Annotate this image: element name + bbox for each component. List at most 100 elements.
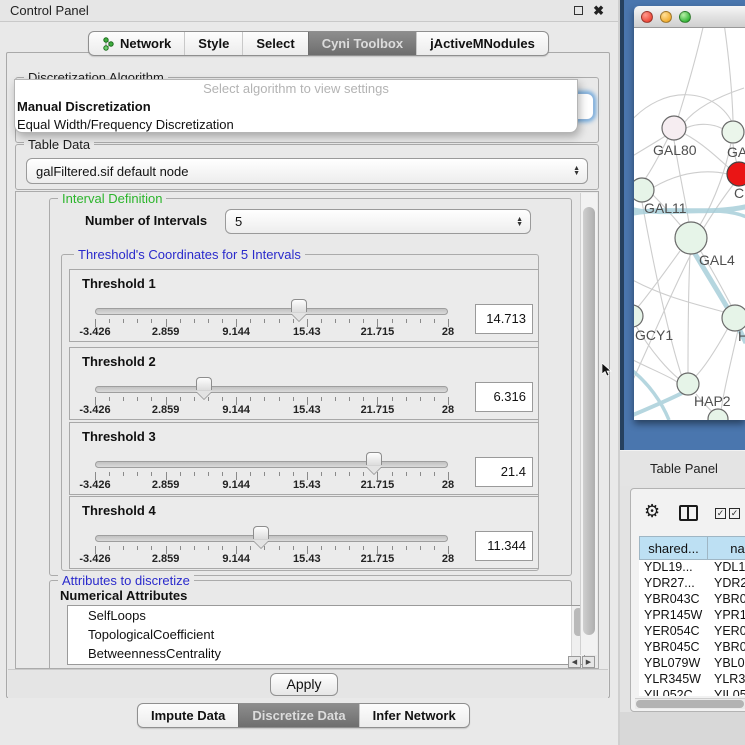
cell-name: YBR04	[708, 640, 745, 656]
threshold-panel-1: Threshold 1-3.4262.8599.14415.4321.71528…	[69, 269, 539, 342]
threshold-value-field[interactable]: 11.344	[475, 531, 533, 561]
tab-network[interactable]: Network	[89, 32, 184, 55]
tab-label: Style	[198, 36, 229, 51]
horizontal-scrollbar[interactable]	[635, 698, 745, 709]
column-layout-icon[interactable]	[679, 505, 698, 521]
gear-icon[interactable]: ⚙	[644, 501, 660, 522]
table-row[interactable]: YDL19...YDL19	[639, 560, 745, 576]
attribute-list-item[interactable]: BetweennessCentrality	[68, 644, 584, 663]
close-icon[interactable]: ✖	[593, 4, 604, 17]
apply-button[interactable]: Apply	[270, 673, 338, 696]
tab-label: Infer Network	[373, 708, 456, 723]
threshold-panel-2: Threshold 2-3.4262.8599.14415.4321.71528…	[69, 347, 539, 420]
numerical-attributes-list[interactable]: SelfLoopsTopologicalCoefficientBetweenne…	[67, 605, 585, 665]
scroll-right-button[interactable]: ▶	[582, 656, 595, 668]
column-header-shared[interactable]: shared...	[639, 536, 708, 560]
cell-shared-name: YBR043C	[639, 592, 708, 608]
tab-label: Select	[256, 36, 294, 51]
cell-name: YDL19	[708, 560, 745, 576]
vertical-scrollbar-thumb[interactable]	[583, 207, 595, 635]
network-node-GCY1[interactable]	[634, 305, 643, 327]
network-node-red-node[interactable]	[727, 162, 745, 186]
network-canvas[interactable]: GAL80GACGAL11GAL4GCY1HHAP2	[634, 28, 745, 420]
network-node-top-right-node[interactable]	[722, 121, 744, 143]
tab-label: Network	[120, 36, 171, 51]
network-icon	[102, 37, 115, 51]
interval-definition-group: Interval Definition Number of Intervals …	[49, 198, 572, 576]
numerical-attributes-label: Numerical Attributes	[60, 588, 187, 603]
cell-name: YBR04	[708, 592, 745, 608]
attributes-group-label: Attributes to discretize	[58, 573, 194, 588]
attribute-list-item[interactable]: SelfLoops	[68, 606, 584, 625]
scroll-left-button[interactable]: ◀	[568, 656, 581, 668]
network-window: GAL80GACGAL11GAL4GCY1HHAP2	[634, 6, 745, 420]
thresholds-group: Threshold's Coordinates for 5 Intervals …	[61, 254, 539, 571]
network-node-label: C	[734, 185, 744, 201]
slider-thumb[interactable]	[291, 299, 307, 312]
num-intervals-value: 5	[235, 214, 242, 229]
column-header-name[interactable]: na	[708, 536, 745, 560]
vertical-scrollbar[interactable]	[580, 193, 597, 655]
table-row[interactable]: YLR345WYLR34	[639, 672, 745, 688]
slider-thumb[interactable]	[253, 526, 269, 539]
slider-track[interactable]	[95, 386, 448, 393]
network-node-HAP2[interactable]	[677, 373, 699, 395]
table-panel: ⚙ ✓ ✓ shared... na YDL19...YDL19YDR27...…	[630, 488, 745, 712]
slider-track[interactable]	[95, 308, 448, 315]
control-panel-title: Control Panel	[10, 3, 89, 18]
slider-thumb[interactable]	[196, 377, 212, 390]
tab-infer-network[interactable]: Infer Network	[359, 704, 469, 727]
table-row[interactable]: YDR27...YDR27	[639, 576, 745, 592]
tab-impute-data[interactable]: Impute Data	[138, 704, 238, 727]
network-node-label: GCY1	[635, 327, 673, 343]
slider-tick-labels: -3.4262.8599.14415.4321.71528	[95, 479, 448, 492]
stepper-icon: ▲▼	[573, 166, 580, 176]
cyni-mode-tabbar: Impute Data Discretize Data Infer Network	[137, 703, 470, 728]
table-row[interactable]: YPR145WYPR14	[639, 608, 745, 624]
tab-label: Discretize Data	[252, 708, 345, 723]
mouse-cursor	[602, 363, 612, 377]
table-row[interactable]: YBL079WYBL07	[639, 656, 745, 672]
background-area	[620, 712, 745, 745]
cell-name: YDR27	[708, 576, 745, 592]
table-rows[interactable]: YDL19...YDL19YDR27...YDR27YBR043CYBR04YP…	[639, 560, 745, 696]
network-node-label: GAL80	[653, 142, 697, 158]
cell-shared-name: YBL079W	[639, 656, 708, 672]
cell-shared-name: YDL19...	[639, 560, 708, 576]
network-node-GAL80[interactable]	[662, 116, 686, 140]
checkbox-icon[interactable]: ✓	[729, 508, 740, 519]
close-traffic-light-icon[interactable]	[641, 11, 653, 23]
algorithm-option[interactable]: Manual Discretization	[15, 98, 577, 116]
minimize-traffic-light-icon[interactable]	[660, 11, 672, 23]
slider-track[interactable]	[95, 535, 448, 542]
algorithm-option[interactable]: Equal Width/Frequency Discretization	[15, 116, 577, 133]
network-node-GAL11[interactable]	[634, 178, 654, 202]
threshold-value-field[interactable]: 14.713	[475, 304, 533, 334]
checkbox-icon[interactable]: ✓	[715, 508, 726, 519]
table-row[interactable]: YBR045CYBR04	[639, 640, 745, 656]
float-window-icon[interactable]	[574, 6, 583, 15]
cell-name: YER05	[708, 624, 745, 640]
tab-select[interactable]: Select	[242, 32, 307, 55]
tab-style[interactable]: Style	[184, 32, 242, 55]
slider-thumb[interactable]	[366, 452, 382, 465]
network-node-label: H	[738, 328, 745, 344]
tab-discretize-data[interactable]: Discretize Data	[238, 704, 358, 727]
num-intervals-combobox[interactable]: 5 ▲▼	[225, 209, 531, 234]
tab-cyni-toolbox[interactable]: Cyni Toolbox	[308, 32, 416, 55]
network-node-GAL4[interactable]	[675, 222, 707, 254]
table-row[interactable]: YIL052CYIL05	[639, 688, 745, 696]
zoom-traffic-light-icon[interactable]	[679, 11, 691, 23]
table-header-row: shared... na	[639, 536, 745, 560]
table-row[interactable]: YBR043CYBR04	[639, 592, 745, 608]
table-data-combobox[interactable]: galFiltered.sif default node ▲▼	[26, 158, 588, 184]
stepper-icon: ▲▼	[516, 217, 523, 227]
slider-track[interactable]	[95, 461, 448, 468]
threshold-value-field[interactable]: 6.316	[475, 382, 533, 412]
table-row[interactable]: YER054CYER05	[639, 624, 745, 640]
attribute-list-item[interactable]: TopologicalCoefficient	[68, 625, 584, 644]
tab-jactivemnodules[interactable]: jActiveMNodules	[416, 32, 548, 55]
tab-label: jActiveMNodules	[430, 36, 535, 51]
threshold-value-field[interactable]: 21.4	[475, 457, 533, 487]
network-node-label: GAL11	[644, 200, 687, 216]
